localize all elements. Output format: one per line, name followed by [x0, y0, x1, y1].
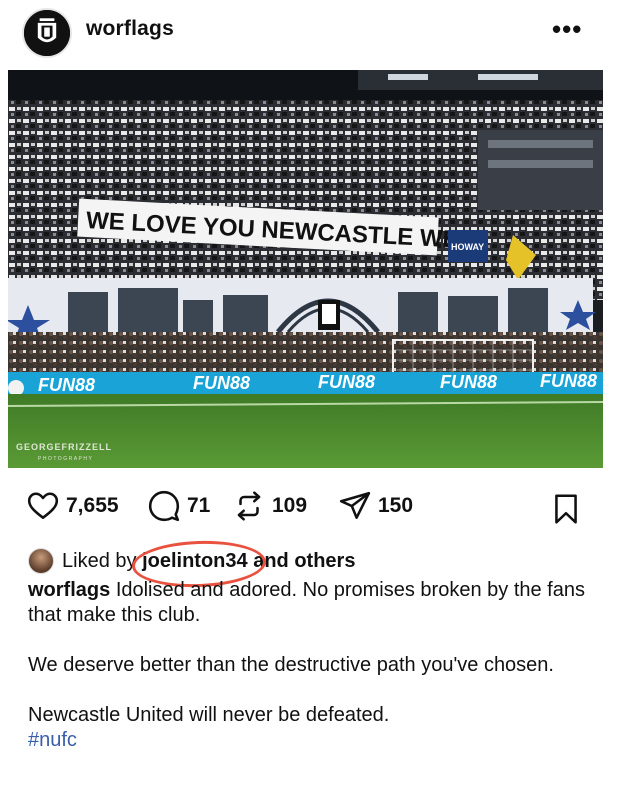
photo-watermark: GEORGEFRIZZELL: [16, 442, 112, 452]
liker-avatar[interactable]: [28, 548, 54, 574]
stadium-photo: WE LOVE YOU NEWCASTLE WE HOWAY FUN88 FUN…: [8, 70, 603, 468]
like-button[interactable]: 7,655: [26, 489, 119, 523]
ad-board-2: FUN88: [193, 373, 250, 393]
liked-by-user[interactable]: joelinton34: [131, 538, 267, 589]
ad-board-5: FUN88: [540, 371, 597, 391]
club-crest-icon: [24, 10, 70, 56]
heart-icon: [27, 492, 59, 519]
hashtag-link[interactable]: #nufc: [28, 728, 588, 753]
send-icon: [339, 491, 371, 519]
like-count[interactable]: 7,655: [66, 494, 119, 518]
profile-avatar[interactable]: [22, 8, 72, 58]
bookmark-icon: [555, 494, 577, 524]
repost-count[interactable]: 109: [272, 494, 307, 518]
repost-button[interactable]: 109: [232, 489, 307, 523]
post-actions-bar: 7,655 71 109 150: [0, 482, 619, 532]
caption-paragraph-1: worflags Idolised and adored. No promise…: [28, 578, 588, 628]
caption-line-1: Idolised and adored. No promises broken …: [28, 579, 585, 626]
post-header: worflags •••: [0, 0, 619, 70]
comment-button[interactable]: 71: [147, 489, 210, 523]
svg-text:HOWAY: HOWAY: [451, 242, 484, 252]
share-count[interactable]: 150: [378, 494, 413, 518]
post-username[interactable]: worflags: [86, 17, 174, 41]
ad-board-4: FUN88: [440, 372, 497, 392]
more-options-button[interactable]: •••: [552, 14, 582, 45]
share-button[interactable]: 150: [338, 489, 413, 523]
caption-username[interactable]: worflags: [28, 579, 110, 601]
liked-by-row: Liked by joelinton34 and others: [28, 538, 355, 589]
ad-board-3: FUN88: [318, 372, 375, 392]
caption-paragraph-3: Newcastle United will never be defeated.: [28, 704, 390, 726]
caption-paragraph-2: We deserve better than the destructive p…: [28, 654, 554, 676]
post-photo[interactable]: WE LOVE YOU NEWCASTLE WE HOWAY FUN88 FUN…: [8, 70, 603, 468]
liked-by-prefix: Liked by: [62, 549, 137, 572]
repost-icon: [237, 491, 261, 521]
save-button[interactable]: [549, 492, 583, 531]
post-caption: worflags Idolised and adored. No promise…: [28, 578, 588, 753]
photo-watermark-sub: PHOTOGRAPHY: [38, 456, 93, 462]
ad-board-1: FUN88: [38, 375, 95, 395]
liked-by-others[interactable]: and others: [253, 550, 355, 573]
comment-icon: [148, 490, 180, 522]
comment-count[interactable]: 71: [187, 494, 210, 518]
